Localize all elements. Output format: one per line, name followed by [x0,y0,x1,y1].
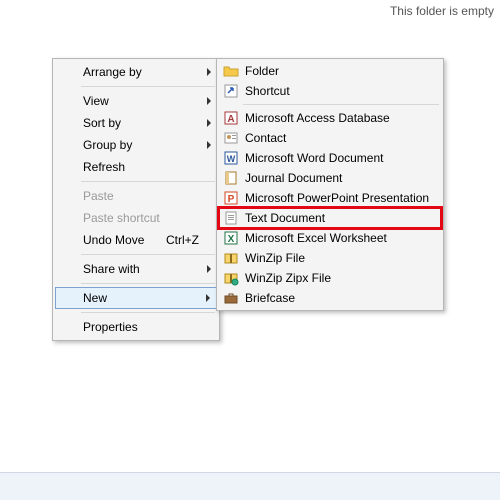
menu-label: Refresh [83,160,199,174]
shortcut-icon [223,83,239,99]
excel-icon: X [223,230,239,246]
submenu-label: Briefcase [245,291,295,305]
svg-text:X: X [228,234,235,245]
submenu-separator [243,104,439,105]
menu-label: Paste [83,189,199,203]
submenu-label: Shortcut [245,84,290,98]
briefcase-icon [223,290,239,306]
menu-label: New [83,291,199,305]
menu-separator [81,181,215,182]
empty-folder-label: This folder is empty [390,4,494,18]
access-icon: A [223,110,239,126]
submenu-label: WinZip Zipx File [245,271,331,285]
submenu-label: Journal Document [245,171,342,185]
submenu-excel[interactable]: X Microsoft Excel Worksheet [219,228,441,248]
menu-refresh[interactable]: Refresh [55,156,217,178]
winzipx-icon [223,270,239,286]
svg-text:A: A [227,114,234,125]
context-menu: Arrange by View Sort by Group by Refresh… [52,58,220,341]
menu-separator [81,86,215,87]
menu-separator [81,312,215,313]
submenu-powerpoint[interactable]: P Microsoft PowerPoint Presentation [219,188,441,208]
svg-text:P: P [228,194,235,205]
status-bar [0,472,500,500]
submenu-word[interactable]: W Microsoft Word Document [219,148,441,168]
menu-view[interactable]: View [55,90,217,112]
word-icon: W [223,150,239,166]
folder-icon [223,63,239,79]
menu-label: Share with [83,262,199,276]
submenu-label: Microsoft Excel Worksheet [245,231,387,245]
contact-icon [223,130,239,146]
powerpoint-icon: P [223,190,239,206]
menu-label: Properties [83,320,199,334]
menu-properties[interactable]: Properties [55,316,217,338]
submenu-folder[interactable]: Folder [219,61,441,81]
menu-group-by[interactable]: Group by [55,134,217,156]
journal-icon [223,170,239,186]
submenu-access[interactable]: A Microsoft Access Database [219,108,441,128]
submenu-label: Microsoft Access Database [245,111,390,125]
menu-label: Undo Move [83,233,166,247]
menu-label: Sort by [83,116,199,130]
menu-share-with[interactable]: Share with [55,258,217,280]
submenu-label: Text Document [245,211,325,225]
new-submenu: Folder Shortcut A Microsoft Access Datab… [216,58,444,311]
menu-arrange-by[interactable]: Arrange by [55,61,217,83]
menu-separator [81,283,215,284]
svg-text:W: W [227,154,236,164]
submenu-label: Microsoft PowerPoint Presentation [245,191,429,205]
menu-label: Group by [83,138,199,152]
winzip-icon [223,250,239,266]
menu-separator [81,254,215,255]
submenu-contact[interactable]: Contact [219,128,441,148]
submenu-winzipx[interactable]: WinZip Zipx File [219,268,441,288]
menu-paste: Paste [55,185,217,207]
submenu-label: Microsoft Word Document [245,151,384,165]
submenu-winzip[interactable]: WinZip File [219,248,441,268]
menu-label: View [83,94,199,108]
menu-sort-by[interactable]: Sort by [55,112,217,134]
submenu-label: Folder [245,64,279,78]
submenu-briefcase[interactable]: Briefcase [219,288,441,308]
menu-undo-move[interactable]: Undo Move Ctrl+Z [55,229,217,251]
menu-label: Paste shortcut [83,211,199,225]
submenu-label: Contact [245,131,286,145]
submenu-label: WinZip File [245,251,305,265]
submenu-shortcut[interactable]: Shortcut [219,81,441,101]
menu-new[interactable]: New [55,287,217,309]
menu-shortcut: Ctrl+Z [166,233,199,247]
submenu-journal[interactable]: Journal Document [219,168,441,188]
menu-paste-shortcut: Paste shortcut [55,207,217,229]
submenu-text-document[interactable]: Text Document [219,208,441,228]
menu-label: Arrange by [83,65,199,79]
text-document-icon [223,210,239,226]
